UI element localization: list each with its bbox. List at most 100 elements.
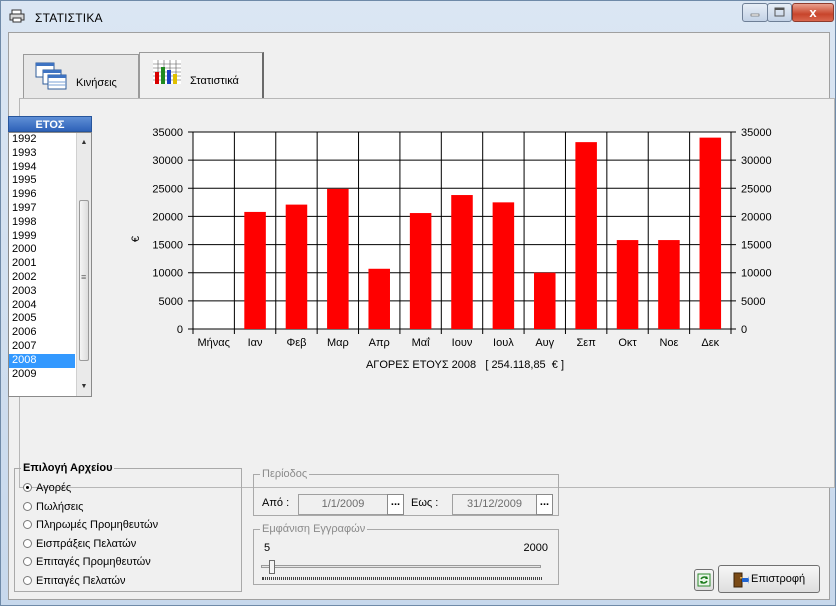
year-item[interactable]: 1994 <box>9 161 75 175</box>
exit-door-icon <box>733 572 749 588</box>
records-min-label: 5 <box>264 542 271 554</box>
x-tick-label: Απρ <box>369 337 390 349</box>
records-title: Εμφάνιση Εγγραφών <box>260 523 368 535</box>
radio-icon[interactable] <box>23 576 32 585</box>
file-option-label: Πωλήσεις <box>36 500 84 513</box>
file-option-radio[interactable]: Επιταγές Πελατών <box>23 574 126 589</box>
file-option-label: Εισπράξεις Πελατών <box>36 537 137 550</box>
bar-10 <box>616 240 639 329</box>
from-date-field[interactable]: 1/1/2009 <box>298 494 388 515</box>
to-date-field[interactable]: 31/12/2009 <box>452 494 537 515</box>
bar-3 <box>327 188 349 329</box>
scroll-up-arrow-icon[interactable]: ▲ <box>77 135 91 150</box>
close-icon: x <box>809 5 817 20</box>
year-item[interactable]: 1997 <box>9 202 75 216</box>
chart-title: ΑΓΟΡΕΣ ΕΤΟΥΣ 2008 [ 254.118,85 € ] <box>366 359 564 371</box>
bar-7 <box>492 202 515 329</box>
y-tick-label-left: 20000 <box>152 211 183 223</box>
year-item[interactable]: 2000 <box>9 243 75 257</box>
scrollbar-thumb[interactable]: ≡ <box>79 200 89 361</box>
to-date-picker-button[interactable]: ... <box>536 494 553 515</box>
file-option-radio[interactable]: Εισπράξεις Πελατών <box>23 537 136 552</box>
tab-statistics[interactable]: Στατιστικά <box>139 52 264 99</box>
records-slider-ticks <box>262 577 542 580</box>
year-item[interactable]: 2009 <box>9 368 75 382</box>
title-bar[interactable]: ΣΤΑΤΙΣΤΙΚΑ x <box>1 1 835 31</box>
y-tick-label-left: 35000 <box>152 127 183 139</box>
year-item[interactable]: 1996 <box>9 188 75 202</box>
main-window: ΣΤΑΤΙΣΤΙΚΑ x Κινήσεις Στατιστικά ΕΤΟΣ 19… <box>0 0 836 606</box>
period-title: Περίοδος <box>260 468 310 480</box>
x-tick-label: Δεκ <box>701 337 719 349</box>
year-item[interactable]: 2007 <box>9 340 75 354</box>
records-slider-thumb[interactable] <box>269 560 276 574</box>
radio-icon[interactable] <box>23 483 32 492</box>
year-item[interactable]: 2008 <box>9 353 75 368</box>
year-item[interactable]: 1998 <box>9 216 75 230</box>
file-option-radio[interactable]: Αγορές <box>23 481 71 496</box>
file-option-label: Επιταγές Προμηθευτών <box>36 556 151 569</box>
radio-icon[interactable] <box>23 520 32 530</box>
y-tick-label-left: 25000 <box>152 183 183 195</box>
period-group: Περίοδος Από : 1/1/2009 ... Εως : 31/12/… <box>253 468 559 516</box>
bar-1 <box>244 211 266 329</box>
back-button-label: Επιστροφή <box>751 573 806 585</box>
bar-4 <box>368 268 390 329</box>
year-item[interactable]: 2003 <box>9 285 75 299</box>
radio-icon[interactable] <box>23 538 32 548</box>
y-tick-label-right: 35000 <box>741 127 772 139</box>
to-label: Εως : <box>411 497 439 509</box>
file-option-radio[interactable]: Πωλήσεις <box>23 500 83 515</box>
back-button[interactable]: Επιστροφή <box>718 565 820 593</box>
y-tick-label-right: 5000 <box>741 296 765 308</box>
maximize-icon <box>774 7 785 17</box>
year-item[interactable]: 1992 <box>9 133 75 147</box>
x-tick-label: Οκτ <box>618 337 637 349</box>
year-item[interactable]: 2002 <box>9 271 75 285</box>
x-tick-label: Φεβ <box>286 337 306 349</box>
year-item[interactable]: 2004 <box>9 299 75 313</box>
file-option-radio[interactable]: Επιταγές Προμηθευτών <box>23 555 151 570</box>
x-tick-label: Μαρ <box>327 337 349 349</box>
scroll-down-arrow-icon[interactable]: ▼ <box>77 379 91 394</box>
records-slider-track[interactable] <box>261 565 541 568</box>
chart-icon <box>153 60 181 84</box>
y-tick-label-left: 0 <box>177 324 183 336</box>
year-item[interactable]: 2006 <box>9 326 75 340</box>
minimize-icon <box>750 13 760 17</box>
radio-icon[interactable] <box>23 501 32 511</box>
file-option-radio[interactable]: Πληρωμές Προμηθευτών <box>23 518 158 533</box>
bar-2 <box>285 204 308 329</box>
close-button[interactable]: x <box>792 3 834 22</box>
purchases-bar-chart: 0 0 5000 5000 10000 10000 15000 15000 20000 20000… <box>130 127 772 371</box>
year-list[interactable]: 1992 1993 1994 1995 1996 1997 1998 1999 2000 2001… <box>8 132 92 397</box>
year-item[interactable]: 1993 <box>9 147 75 161</box>
window-title: ΣΤΑΤΙΣΤΙΚΑ <box>35 11 103 25</box>
file-option-label: Πληρωμές Προμηθευτών <box>36 519 159 532</box>
x-tick-label: Μαΐ <box>412 337 431 349</box>
y-tick-label-left: 5000 <box>159 296 183 308</box>
y-tick-label-right: 20000 <box>741 211 772 223</box>
y-tick-label-right: 15000 <box>741 240 772 252</box>
file-select-group: Επιλογή Αρχείου Αγορές Πωλήσεις Πληρωμές Π… <box>14 462 242 592</box>
tab-movements[interactable]: Κινήσεις <box>23 54 139 98</box>
year-item[interactable]: 1999 <box>9 230 75 244</box>
x-tick-label: Αυγ <box>535 337 554 349</box>
printer-icon <box>9 9 25 23</box>
y-tick-label-right: 30000 <box>741 155 772 167</box>
from-date-picker-button[interactable]: ... <box>387 494 404 515</box>
radio-icon[interactable] <box>23 557 32 567</box>
year-item[interactable]: 2001 <box>9 257 75 271</box>
minimize-button[interactable] <box>742 3 768 22</box>
from-label: Από : <box>262 497 290 509</box>
bar-12 <box>699 137 722 329</box>
year-item[interactable]: 1995 <box>9 174 75 188</box>
year-list-scrollbar[interactable]: ▲ ≡ ▼ <box>76 133 91 396</box>
refresh-button[interactable] <box>694 569 714 591</box>
y-tick-label-left: 30000 <box>152 155 183 167</box>
y-tick-label-right: 10000 <box>741 268 772 280</box>
y-tick-label-left: 15000 <box>152 240 183 252</box>
year-item[interactable]: 2005 <box>9 312 75 326</box>
records-max-label: 2000 <box>523 542 548 554</box>
maximize-button[interactable] <box>767 3 792 22</box>
